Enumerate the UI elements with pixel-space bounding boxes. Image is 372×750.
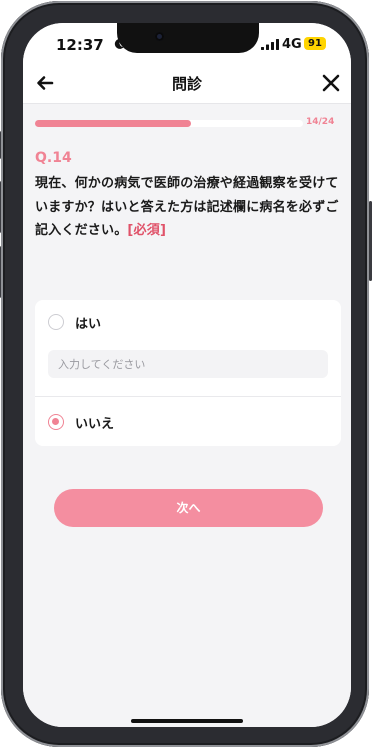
main-content: 14/24 Q.14 現在、何かの病気で医師の治療や経過観察を受けていますか？は… bbox=[23, 104, 351, 727]
signal-bars-icon bbox=[261, 39, 279, 50]
mute-switch bbox=[0, 131, 1, 159]
progress-fill bbox=[35, 120, 192, 127]
screen: 12:37 4G 91 問診 14/24 Q.14 現在、何かの病気で医師の治療… bbox=[23, 23, 351, 727]
progress-label: 14/24 bbox=[306, 117, 335, 127]
option-no[interactable]: いいえ bbox=[35, 400, 341, 444]
option-divider bbox=[35, 396, 341, 397]
option-no-label: いいえ bbox=[75, 417, 115, 432]
question-number: Q.14 bbox=[35, 150, 72, 166]
option-yes-label: はい bbox=[75, 317, 102, 332]
status-time: 12:37 bbox=[56, 36, 104, 54]
radio-no[interactable] bbox=[48, 414, 64, 430]
question-body: 現在、何かの病気で医師の治療や経過観察を受けていますか？はいと答えた方は記述欄に… bbox=[35, 176, 339, 238]
options-card: はい いいえ bbox=[35, 300, 341, 446]
page-title: 問診 bbox=[171, 75, 202, 93]
required-badge: [必須] bbox=[127, 223, 167, 238]
phone-frame: 12:37 4G 91 問診 14/24 Q.14 現在、何かの病気で医師の治療… bbox=[0, 1, 372, 747]
notch bbox=[117, 23, 259, 53]
volume-up-button bbox=[0, 181, 1, 233]
progress-bar bbox=[35, 120, 303, 127]
volume-down-button bbox=[0, 246, 1, 298]
option-yes[interactable]: はい bbox=[35, 300, 341, 344]
nav-header: 問診 bbox=[23, 63, 351, 104]
disease-name-input[interactable] bbox=[48, 350, 328, 378]
network-label: 4G bbox=[282, 37, 302, 52]
battery-badge: 91 bbox=[304, 37, 326, 50]
close-icon[interactable] bbox=[321, 73, 341, 93]
radio-yes[interactable] bbox=[48, 314, 64, 330]
next-button[interactable]: 次へ bbox=[54, 489, 323, 527]
home-indicator bbox=[131, 719, 243, 723]
question-text: 現在、何かの病気で医師の治療や経過観察を受けていますか？はいと答えた方は記述欄に… bbox=[35, 172, 345, 243]
camera-icon bbox=[155, 32, 164, 41]
